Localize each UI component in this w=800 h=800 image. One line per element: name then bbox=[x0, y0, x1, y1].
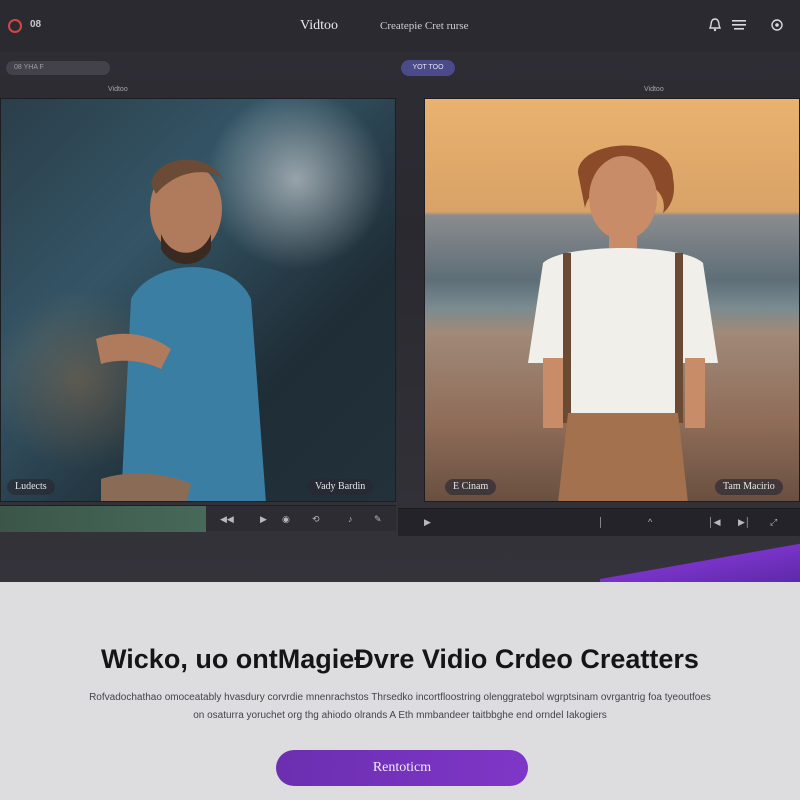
trim-icon[interactable]: │◀ bbox=[708, 509, 721, 535]
logo-text: 08 bbox=[30, 19, 42, 30]
hero-body-line-2: on osaturra yoruchet org thg ahiodo olra… bbox=[193, 710, 607, 721]
loop-icon[interactable]: ⟲ bbox=[312, 506, 320, 532]
left-person-image bbox=[96, 159, 266, 501]
playhead-icon[interactable]: ▶ bbox=[424, 509, 431, 535]
volume-icon[interactable]: ♪ bbox=[348, 506, 353, 532]
right-panel-label: Vidtoo bbox=[644, 86, 664, 93]
right-caption: E Cinam bbox=[445, 479, 497, 495]
split-icon[interactable]: ^ bbox=[648, 509, 652, 535]
hero-headline: Wicko, uo ontMagieĐvre Vidio Crdeo Creat… bbox=[101, 644, 699, 674]
left-video-panel[interactable]: Ludects Vady Bardin bbox=[0, 98, 396, 502]
timeline-progress[interactable] bbox=[0, 506, 206, 532]
editor-app: 08 Vidtoo Createpie Cret rurse 08 YHA F … bbox=[0, 0, 800, 582]
left-timeline[interactable]: ◀◀ ▶ ◉ ⟲ ♪ ✎ bbox=[0, 505, 396, 532]
right-timeline[interactable]: ▶ │ ^ │◀ ▶│ ⤢ bbox=[398, 508, 800, 536]
record-icon[interactable]: ◉ bbox=[282, 506, 290, 532]
next-icon[interactable]: ▶│ bbox=[738, 509, 751, 535]
app-title: Vidtoo bbox=[300, 18, 339, 33]
menu-icon[interactable] bbox=[730, 16, 748, 34]
status-badge[interactable]: YOT TOO bbox=[401, 60, 455, 76]
notification-icon[interactable] bbox=[706, 16, 724, 34]
settings-icon[interactable] bbox=[768, 16, 786, 34]
left-caption-secondary: Vady Bardin bbox=[307, 479, 374, 495]
left-panel-label: Vidtoo bbox=[108, 86, 128, 93]
edit-icon[interactable]: ✎ bbox=[374, 506, 382, 532]
hero-body-line-1: Rofvadochathao omoceatably hvasdury corv… bbox=[89, 692, 711, 703]
rewind-icon[interactable]: ◀◀ bbox=[220, 506, 234, 532]
logo-icon[interactable] bbox=[8, 19, 22, 33]
top-bar: 08 Vidtoo Createpie Cret rurse bbox=[0, 0, 800, 52]
right-caption-secondary: Tam Macirio bbox=[715, 479, 783, 495]
play-icon[interactable]: ▶ bbox=[260, 506, 267, 532]
left-caption: Ludects bbox=[7, 479, 55, 495]
cta-button[interactable]: Rentoticm bbox=[276, 750, 528, 786]
right-person-image bbox=[528, 145, 718, 501]
fullscreen-icon[interactable]: ⤢ bbox=[770, 509, 777, 535]
right-video-panel[interactable]: E Cinam Tam Macirio bbox=[424, 98, 800, 502]
marker-icon[interactable]: │ bbox=[598, 509, 604, 535]
app-subtitle: Createpie Cret rurse bbox=[380, 20, 469, 32]
accent-sweep bbox=[600, 540, 800, 582]
hero-section: Wicko, uo ontMagieĐvre Vidio Crdeo Creat… bbox=[0, 582, 800, 800]
search-input[interactable]: 08 YHA F bbox=[6, 61, 110, 75]
